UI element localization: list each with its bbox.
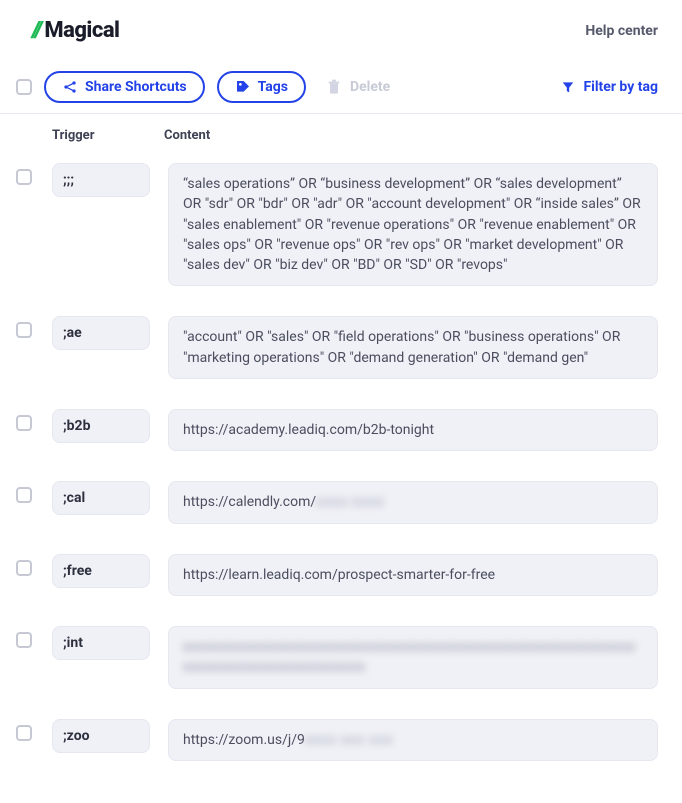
row-checkbox[interactable] — [16, 322, 32, 338]
row-checkbox[interactable] — [16, 560, 32, 576]
content-box[interactable]: “sales operations” OR “business developm… — [168, 163, 658, 286]
tags-label: Tags — [258, 79, 288, 95]
redacted-tail: xxxx-xxxx — [316, 492, 384, 512]
trigger-chip[interactable]: ;int — [52, 626, 150, 660]
shortcut-row: ;zoohttps://zoom.us/j/9xxxx xxx xxx — [16, 707, 658, 779]
shortcut-row: ;b2b https://academy.leadiq.com/b2b-tonig… — [16, 397, 658, 469]
row-checkbox[interactable] — [16, 415, 32, 431]
tag-icon — [235, 79, 251, 95]
column-header-trigger: Trigger — [52, 128, 164, 143]
content-box[interactable]: xxxxxxxxxxxxxxxxxxxxxxxxxxxxxxxxxxxxxxxx… — [168, 626, 658, 689]
redacted-content: xxxxxxxxxxxxxxxxxxxxxxxxxxxxxxxxxxxxxxxx… — [183, 637, 643, 678]
shortcut-row: ;cal https://calendly.com/xxxx-xxxx — [16, 469, 658, 541]
help-center-link[interactable]: Help center — [585, 23, 658, 39]
select-all-checkbox[interactable] — [16, 79, 32, 95]
content-text: https://academy.leadiq.com/b2b-tonight — [183, 422, 434, 438]
content-box[interactable]: "account" OR "sales" OR "field operation… — [168, 316, 658, 379]
content-text: https://calendly.com/ — [183, 494, 316, 510]
shortcut-row: ;;; “sales operations” OR “business devel… — [16, 151, 658, 304]
shortcut-list: ;;; “sales operations” OR “business devel… — [0, 151, 682, 803]
content-box[interactable]: https://academy.leadiq.com/b2b-tonight — [168, 409, 658, 451]
toolbar: Share Shortcuts Tags Delete Filter by ta… — [0, 61, 682, 114]
trash-icon — [326, 79, 342, 95]
share-shortcuts-button[interactable]: Share Shortcuts — [44, 71, 205, 103]
delete-label: Delete — [350, 79, 390, 95]
column-header-content: Content — [164, 128, 658, 143]
content-box[interactable]: https://learn.leadiq.com/prospect-smarte… — [168, 554, 658, 596]
share-shortcuts-label: Share Shortcuts — [85, 79, 187, 95]
trigger-chip[interactable]: ;cal — [52, 481, 150, 515]
content-text: “sales operations” OR “business developm… — [183, 176, 641, 273]
tags-button[interactable]: Tags — [217, 71, 306, 103]
trigger-chip[interactable]: ;free — [52, 554, 150, 588]
content-text: "account" OR "sales" OR "field operation… — [183, 329, 620, 365]
share-icon — [62, 79, 78, 95]
filter-label: Filter by tag — [583, 79, 658, 95]
trigger-chip[interactable]: ;zoo — [52, 719, 150, 753]
row-checkbox[interactable] — [16, 632, 32, 648]
row-checkbox[interactable] — [16, 487, 32, 503]
logo-slash-icon: // — [32, 18, 40, 43]
filter-by-tag-button[interactable]: Filter by tag — [561, 79, 658, 95]
logo-text: Magical — [44, 18, 119, 43]
delete-button: Delete — [326, 79, 390, 95]
trigger-chip[interactable]: ;b2b — [52, 409, 150, 443]
shortcut-row: ;ae "account" OR "sales" OR "field operat… — [16, 304, 658, 397]
shortcut-row: ;free https://learn.leadiq.com/prospect-s… — [16, 542, 658, 614]
content-box[interactable]: https://calendly.com/xxxx-xxxx — [168, 481, 658, 523]
trigger-chip[interactable]: ;;; — [52, 163, 150, 197]
app-header: // Magical Help center — [0, 0, 682, 61]
trigger-chip[interactable]: ;ae — [52, 316, 150, 350]
column-headers: Trigger Content — [0, 114, 682, 151]
shortcut-row: ;int xxxxxxxxxxxxxxxxxxxxxxxxxxxxxxxxxxxx… — [16, 614, 658, 707]
row-checkbox[interactable] — [16, 725, 32, 741]
app-logo: // Magical — [32, 18, 120, 43]
filter-icon — [561, 80, 575, 94]
content-text: https://learn.leadiq.com/prospect-smarte… — [183, 567, 495, 583]
row-checkbox[interactable] — [16, 169, 32, 185]
